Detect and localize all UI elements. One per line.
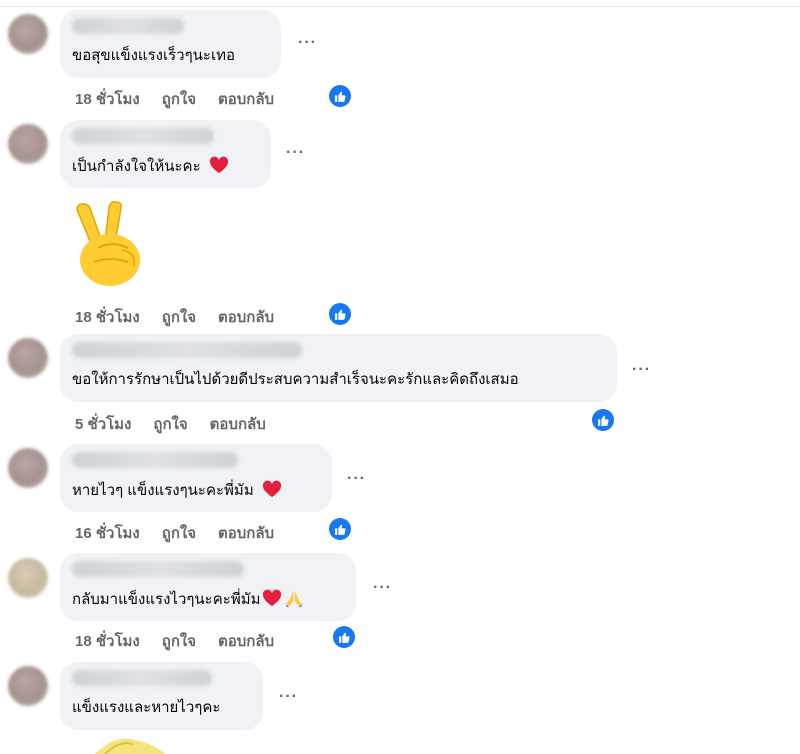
commenter-name[interactable] <box>72 342 302 358</box>
reply-link[interactable]: ตอบกลับ <box>218 525 274 542</box>
comment-text-content: กลับมาแข็งแรงไวๆนะคะพี่มัม <box>72 591 261 608</box>
comment-bubble: เป็นกำลังใจให้นะคะ <box>60 120 271 188</box>
comment-meta: 5 ชั่วโมง ถูกใจ ตอบกลับ <box>75 412 288 436</box>
comment-text: หายไวๆ แข็งแรงๆนะคะพี่มัม <box>72 480 320 504</box>
comment-time[interactable]: 18 ชั่วโมง <box>75 633 140 650</box>
comment-meta: 18 ชั่วโมง ถูกใจ ตอบกลับ <box>75 629 296 653</box>
comment-text: ขอให้การรักษาเป็นไปด้วยดีประสบความสำเร็จ… <box>72 371 519 388</box>
like-reaction-icon[interactable] <box>333 626 355 648</box>
sticker-emoji <box>95 738 165 754</box>
red-heart-icon <box>262 589 282 613</box>
comment-text: แข็งแรงและหายไวๆคะ <box>72 699 221 716</box>
comment-bubble: แข็งแรงและหายไวๆคะ <box>60 662 263 730</box>
avatar[interactable] <box>8 448 48 488</box>
comment-text: ขอสุขแข็งแรงเร็วๆนะเทอ <box>72 47 235 64</box>
reply-link[interactable]: ตอบกลับ <box>218 91 274 108</box>
comment-text-content: หายไวๆ แข็งแรงๆนะคะพี่มัม <box>72 482 254 499</box>
comment-time[interactable]: 16 ชั่วโมง <box>75 525 140 542</box>
comment-meta: 16 ชั่วโมง ถูกใจ ตอบกลับ <box>75 521 296 545</box>
like-link[interactable]: ถูกใจ <box>162 633 196 650</box>
reply-link[interactable]: ตอบกลับ <box>210 416 266 433</box>
comment-time[interactable]: 18 ชั่วโมง <box>75 91 140 108</box>
comment-meta: 18 ชั่วโมง ถูกใจ ตอบกลับ <box>75 305 296 329</box>
more-options-button[interactable]: ··· <box>298 34 317 52</box>
comment-text: เป็นกำลังใจให้นะคะ <box>72 156 259 180</box>
like-reaction-icon[interactable] <box>329 85 351 107</box>
avatar[interactable] <box>8 124 48 164</box>
avatar[interactable] <box>8 666 48 706</box>
more-options-button[interactable]: ··· <box>279 688 298 706</box>
like-link[interactable]: ถูกใจ <box>162 525 196 542</box>
commenter-name[interactable] <box>72 18 184 34</box>
more-options-button[interactable]: ··· <box>632 361 651 379</box>
comment-time[interactable]: 18 ชั่วโมง <box>75 309 140 326</box>
comment-text: กลับมาแข็งแรงไวๆนะคะพี่มัม <box>72 589 344 613</box>
commenter-name[interactable] <box>72 128 214 144</box>
red-heart-icon <box>209 156 229 180</box>
reply-link[interactable]: ตอบกลับ <box>218 633 274 650</box>
like-link[interactable]: ถูกใจ <box>162 309 196 326</box>
like-link[interactable]: ถูกใจ <box>162 91 196 108</box>
comment-bubble: ขอให้การรักษาเป็นไปด้วยดีประสบความสำเร็จ… <box>60 334 617 402</box>
folded-hands-icon <box>284 589 304 613</box>
like-reaction-icon[interactable] <box>329 303 351 325</box>
top-divider <box>0 0 800 7</box>
commenter-name[interactable] <box>72 670 212 686</box>
like-reaction-icon[interactable] <box>592 409 614 431</box>
red-heart-icon <box>262 480 282 504</box>
commenter-name[interactable] <box>72 561 244 577</box>
comment-bubble: ขอสุขแข็งแรงเร็วๆนะเทอ <box>60 10 281 78</box>
reply-link[interactable]: ตอบกลับ <box>218 309 274 326</box>
commenter-name[interactable] <box>72 452 238 468</box>
comment-bubble: กลับมาแข็งแรงไวๆนะคะพี่มัม <box>60 553 356 621</box>
more-options-button[interactable]: ··· <box>286 144 305 162</box>
comment-meta: 18 ชั่วโมง ถูกใจ ตอบกลับ <box>75 87 296 111</box>
more-options-button[interactable]: ··· <box>373 579 392 597</box>
avatar[interactable] <box>8 14 48 54</box>
avatar[interactable] <box>8 338 48 378</box>
more-options-button[interactable]: ··· <box>347 470 366 488</box>
avatar[interactable] <box>8 558 48 598</box>
victory-hand-emoji <box>76 201 140 286</box>
comment-time[interactable]: 5 ชั่วโมง <box>75 416 131 433</box>
comment-bubble: หายไวๆ แข็งแรงๆนะคะพี่มัม <box>60 444 332 512</box>
comment-text-content: เป็นกำลังใจให้นะคะ <box>72 158 201 175</box>
like-reaction-icon[interactable] <box>329 518 351 540</box>
like-link[interactable]: ถูกใจ <box>153 416 187 433</box>
